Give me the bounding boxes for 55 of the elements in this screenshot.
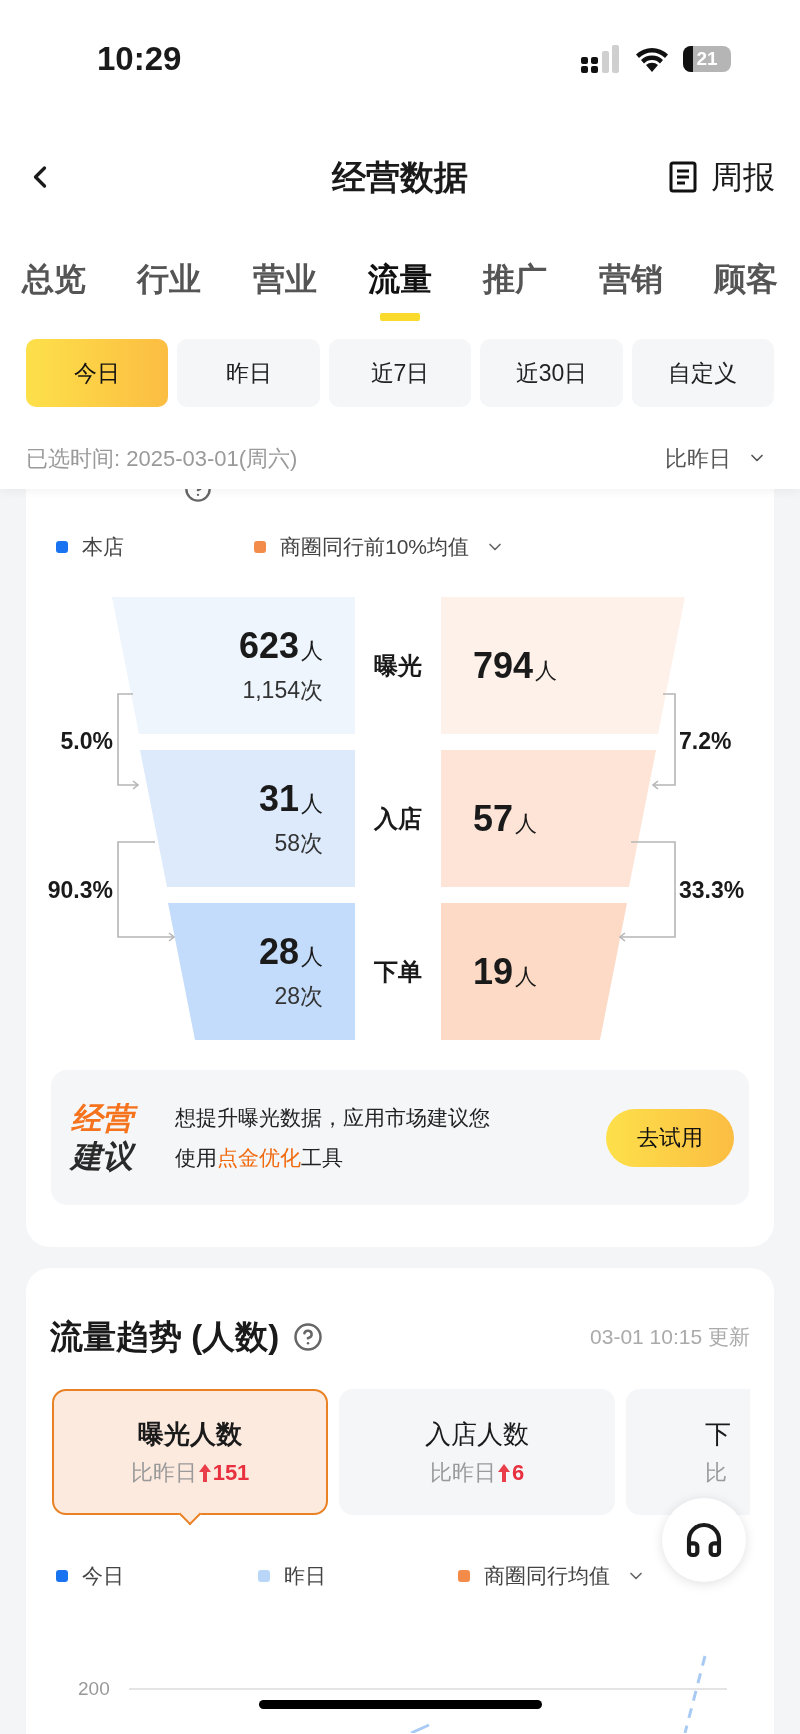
- date-range-button[interactable]: 近7日: [328, 339, 472, 407]
- section-title: 流量趋势 (人数): [50, 1317, 280, 1358]
- metric-tile[interactable]: 入店人数 比昨日 6: [339, 1389, 615, 1515]
- visit-count: 1,154次: [242, 676, 323, 705]
- up-arrow-icon: [497, 1464, 510, 1482]
- conversion-rate: 90.3%: [46, 876, 113, 904]
- people-count: 57人: [473, 796, 538, 841]
- visit-count: 58次: [274, 829, 323, 858]
- update-time: 03-01 10:15 更新: [590, 1324, 750, 1351]
- battery-indicator: 21: [683, 46, 731, 72]
- selected-time: 已选时间: 2025-03-01(周六): [26, 444, 298, 473]
- people-count: 794人: [473, 643, 558, 688]
- suggestion-text: 想提升曝光数据，应用市场建议您使用点金优化工具: [175, 1104, 491, 1171]
- page-title: 经营数据: [332, 156, 468, 198]
- date-range-button[interactable]: 昨日: [177, 339, 320, 407]
- stage-label: 入店: [373, 803, 423, 834]
- conversion-rate: 7.2%: [679, 727, 732, 755]
- try-button[interactable]: 去试用: [606, 1108, 734, 1167]
- up-arrow-icon: [198, 1464, 211, 1482]
- stage-label: 曝光: [373, 650, 423, 681]
- date-range-button[interactable]: 今日: [26, 339, 169, 407]
- nav-tab[interactable]: 推广: [483, 261, 548, 321]
- people-count: 623人: [238, 625, 323, 668]
- cellular-signal-icon: [581, 45, 621, 73]
- legend-label: 商圈同行均值: [484, 1563, 610, 1590]
- people-count: 28人: [258, 931, 323, 974]
- nav-tab[interactable]: 行业: [137, 261, 202, 321]
- conversion-rate: 33.3%: [679, 876, 745, 904]
- people-count: 31人: [258, 778, 323, 821]
- compare-dropdown[interactable]: 比昨日: [665, 441, 767, 475]
- date-range-button[interactable]: 近30日: [480, 339, 623, 407]
- headset-icon: [684, 1520, 724, 1560]
- nav-tab[interactable]: 总览: [22, 261, 86, 321]
- weekly-report-button[interactable]: 周报: [669, 153, 775, 201]
- nav-tab[interactable]: 营销: [598, 261, 663, 321]
- nav-tab[interactable]: 营业: [252, 261, 317, 321]
- legend-label: 商圈同行前10%均值: [280, 534, 470, 561]
- date-range-button[interactable]: 自定义: [631, 339, 775, 407]
- legend-label: 今日: [82, 1563, 124, 1590]
- nav-tab[interactable]: 流量: [368, 261, 432, 321]
- status-time: 10:29: [97, 39, 182, 80]
- document-icon: [669, 161, 697, 193]
- visit-count: 28次: [274, 982, 323, 1011]
- suggestion-heading: 建议: [71, 1137, 139, 1176]
- legend-label: 本店: [82, 534, 124, 561]
- axis-tick-label: 200: [78, 1677, 110, 1701]
- metric-tile[interactable]: 下 比: [626, 1389, 750, 1515]
- stage-label: 下单: [373, 956, 423, 987]
- suggestion-heading: 经营: [71, 1099, 139, 1138]
- help-icon[interactable]: [293, 1322, 324, 1352]
- nav-tab[interactable]: 顾客: [713, 261, 778, 321]
- wifi-icon: [635, 46, 669, 72]
- people-count: 19人: [473, 949, 538, 994]
- legend-label: 昨日: [284, 1563, 326, 1590]
- conversion-rate: 5.0%: [59, 727, 113, 755]
